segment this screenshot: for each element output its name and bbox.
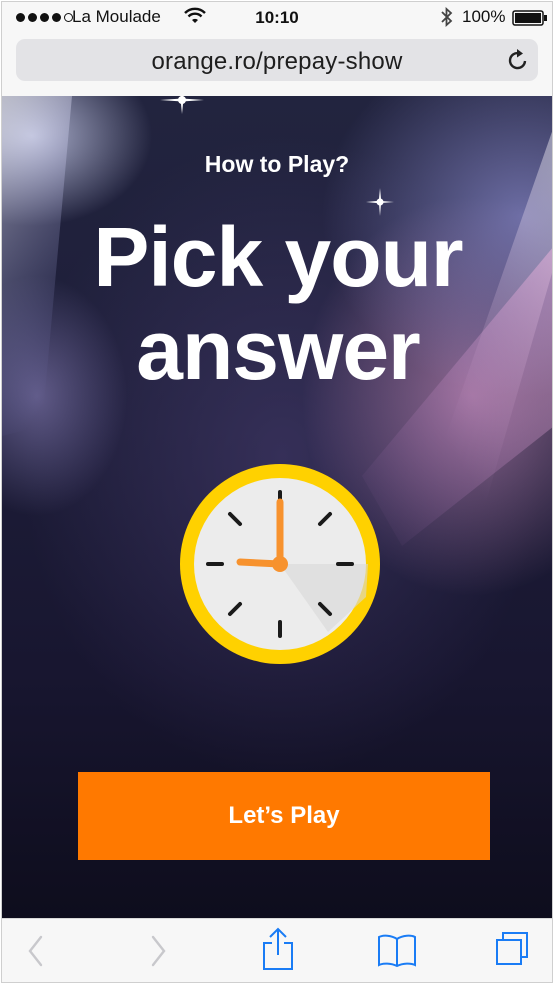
sparkle-icon (160, 96, 204, 114)
tabs-icon[interactable] (494, 931, 530, 967)
clock-icon (180, 464, 380, 664)
bookmarks-icon[interactable] (377, 933, 417, 967)
battery-percent: 100% (462, 7, 506, 26)
battery-icon (512, 10, 547, 26)
reload-icon[interactable] (506, 47, 530, 73)
forward-icon[interactable] (148, 933, 168, 969)
back-icon[interactable] (26, 933, 46, 969)
address-bar[interactable]: orange.ro/prepay-show (16, 39, 538, 81)
browser-toolbar (2, 918, 552, 982)
page-content: How to Play? Pick your answer Let’s Play (2, 96, 552, 918)
browser-address-area: orange.ro/prepay-show (2, 34, 552, 96)
status-bar: La Moulade 10:10 100% (2, 2, 552, 34)
phone-screen: La Moulade 10:10 100% orange.ro/prepay-s… (1, 1, 553, 983)
bluetooth-icon (441, 7, 453, 27)
lets-play-button[interactable]: Let’s Play (78, 772, 490, 860)
share-icon[interactable] (260, 927, 296, 971)
page-headline: Pick your answer (93, 210, 463, 397)
how-to-play-heading: How to Play? (204, 151, 350, 177)
url-text[interactable]: orange.ro/prepay-show (16, 48, 538, 76)
